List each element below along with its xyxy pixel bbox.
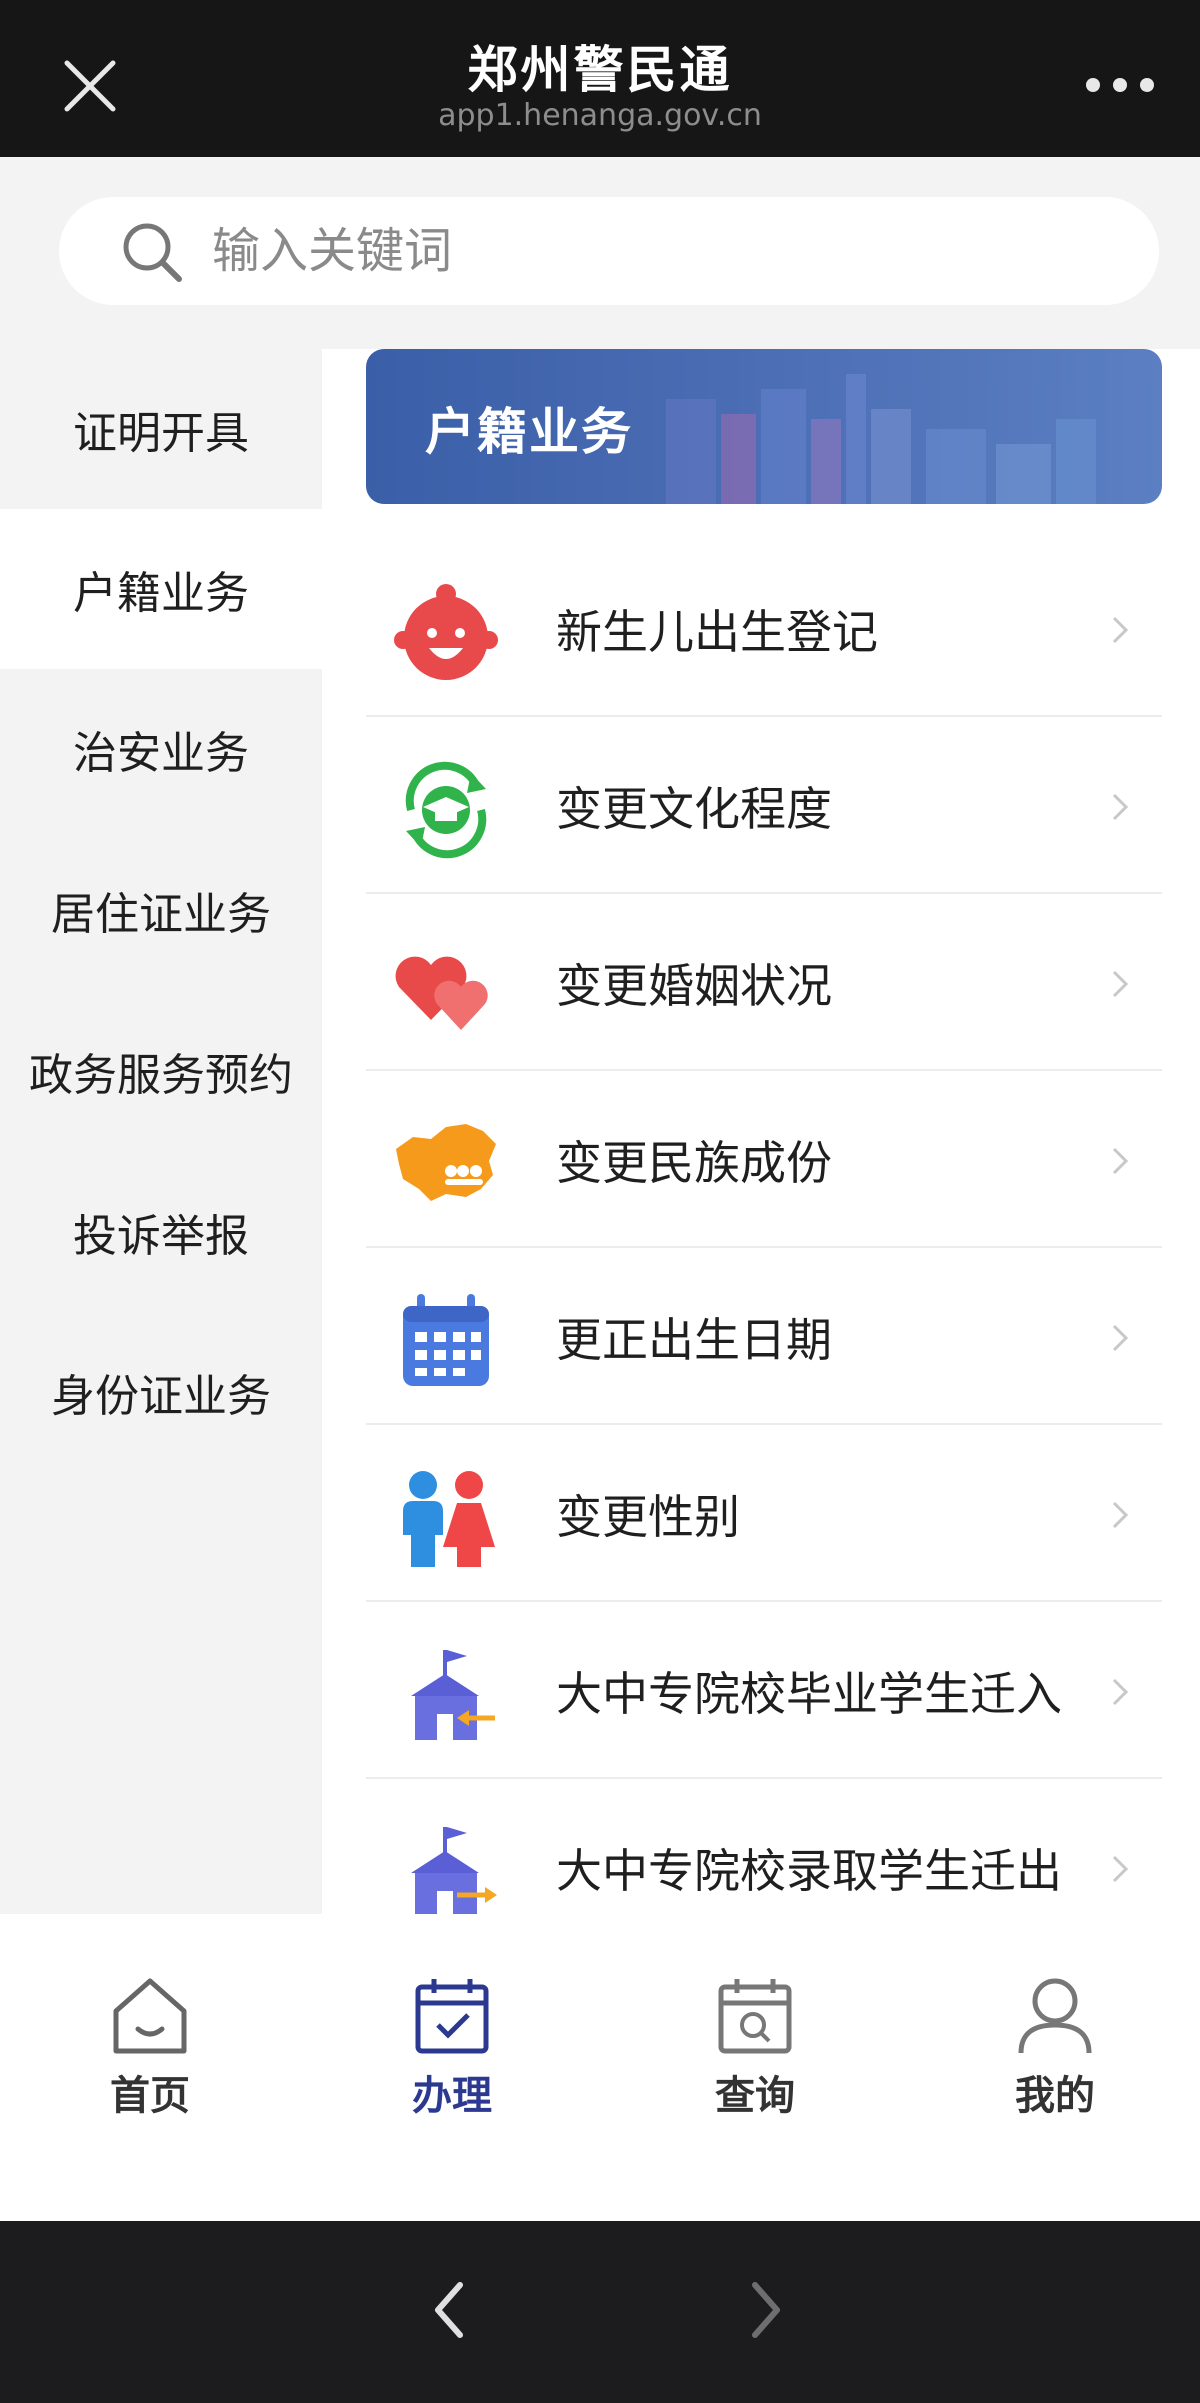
- chevron-left-icon: [435, 2282, 463, 2338]
- tab-label: 办理: [412, 2073, 492, 2119]
- search-icon: [120, 220, 184, 284]
- forward-button[interactable]: [725, 2265, 805, 2355]
- sidebar-item-certificate[interactable]: 证明开具: [0, 349, 322, 509]
- sidebar-item-id-card[interactable]: 身份证业务: [0, 1312, 322, 1472]
- chevron-right-icon: [1112, 1678, 1129, 1706]
- more-icon: [1086, 78, 1154, 92]
- gender-icon: [391, 1463, 501, 1573]
- service-item-label: 变更婚姻状况: [556, 958, 832, 1013]
- service-item-newborn-registration[interactable]: 新生儿出生登记: [366, 540, 1162, 717]
- chevron-right-icon: [1112, 616, 1129, 644]
- service-item-label: 变更民族成份: [556, 1135, 832, 1190]
- service-item-graduate-move-in[interactable]: 大中专院校毕业学生迁入: [366, 1602, 1162, 1779]
- tab-handle[interactable]: 办理: [372, 1975, 532, 2119]
- browser-navigation-bar: [0, 2221, 1200, 2403]
- tab-label: 我的: [1015, 2073, 1095, 2119]
- calendar-search-icon: [718, 1979, 792, 2054]
- sidebar-item-residence-permit[interactable]: 居住证业务: [0, 830, 322, 990]
- china-map-icon: [391, 1109, 501, 1219]
- chevron-right-icon: [1112, 1855, 1129, 1883]
- page-url: app1.henanga.gov.cn: [438, 98, 762, 133]
- school-in-icon: [391, 1640, 501, 1750]
- calendar-icon: [391, 1286, 501, 1396]
- tab-query[interactable]: 查询: [675, 1975, 835, 2119]
- chevron-right-icon: [752, 2282, 780, 2338]
- chevron-right-icon: [1112, 793, 1129, 821]
- tab-label: 首页: [110, 2073, 190, 2119]
- service-item-label: 变更性别: [556, 1489, 740, 1544]
- chevron-right-icon: [1112, 1147, 1129, 1175]
- user-icon: [1018, 1978, 1092, 2054]
- page-title: 郑州警民通: [467, 41, 733, 99]
- service-item-label: 新生儿出生登记: [556, 604, 878, 659]
- chevron-right-icon: [1112, 1324, 1129, 1352]
- sidebar-item-household-registration[interactable]: 户籍业务: [0, 509, 322, 669]
- tab-mine[interactable]: 我的: [975, 1975, 1135, 2119]
- baby-face-icon: [391, 578, 501, 688]
- school-out-icon: [391, 1817, 501, 1914]
- service-item-ethnicity-change[interactable]: 变更民族成份: [366, 1071, 1162, 1248]
- service-item-admitted-move-out[interactable]: 大中专院校录取学生迁出: [366, 1779, 1162, 1914]
- service-item-gender-change[interactable]: 变更性别: [366, 1425, 1162, 1602]
- sidebar-item-complaint[interactable]: 投诉举报: [0, 1152, 322, 1312]
- graduation-cap-icon: [391, 755, 501, 865]
- service-item-marital-status[interactable]: 变更婚姻状况: [366, 894, 1162, 1071]
- sidebar-item-public-security[interactable]: 治安业务: [0, 669, 322, 829]
- service-item-label: 大中专院校毕业学生迁入: [556, 1666, 1062, 1721]
- calendar-check-icon: [415, 1979, 489, 2054]
- sidebar-item-appointment[interactable]: 政务服务预约: [0, 991, 322, 1151]
- service-item-education-change[interactable]: 变更文化程度: [366, 717, 1162, 894]
- banner-title: 户籍业务: [425, 403, 633, 461]
- close-button[interactable]: [40, 40, 140, 130]
- back-button[interactable]: [410, 2265, 490, 2355]
- chevron-right-icon: [1112, 970, 1129, 998]
- service-item-label: 变更文化程度: [556, 781, 832, 836]
- tab-home[interactable]: 首页: [70, 1975, 230, 2119]
- sidebar: 证明开具 户籍业务 治安业务 居住证业务 政务服务预约 投诉举报 身份证业务: [0, 349, 322, 1914]
- tab-label: 查询: [715, 2073, 795, 2119]
- chevron-right-icon: [1112, 1501, 1129, 1529]
- service-item-label: 大中专院校录取学生迁出: [556, 1843, 1062, 1898]
- service-item-label: 更正出生日期: [556, 1312, 832, 1367]
- home-icon: [113, 1978, 187, 2054]
- more-button[interactable]: [1070, 60, 1170, 110]
- search-input[interactable]: [212, 215, 1112, 287]
- service-item-birthdate-correction[interactable]: 更正出生日期: [366, 1248, 1162, 1425]
- close-icon: [64, 60, 116, 112]
- hearts-icon: [391, 932, 501, 1042]
